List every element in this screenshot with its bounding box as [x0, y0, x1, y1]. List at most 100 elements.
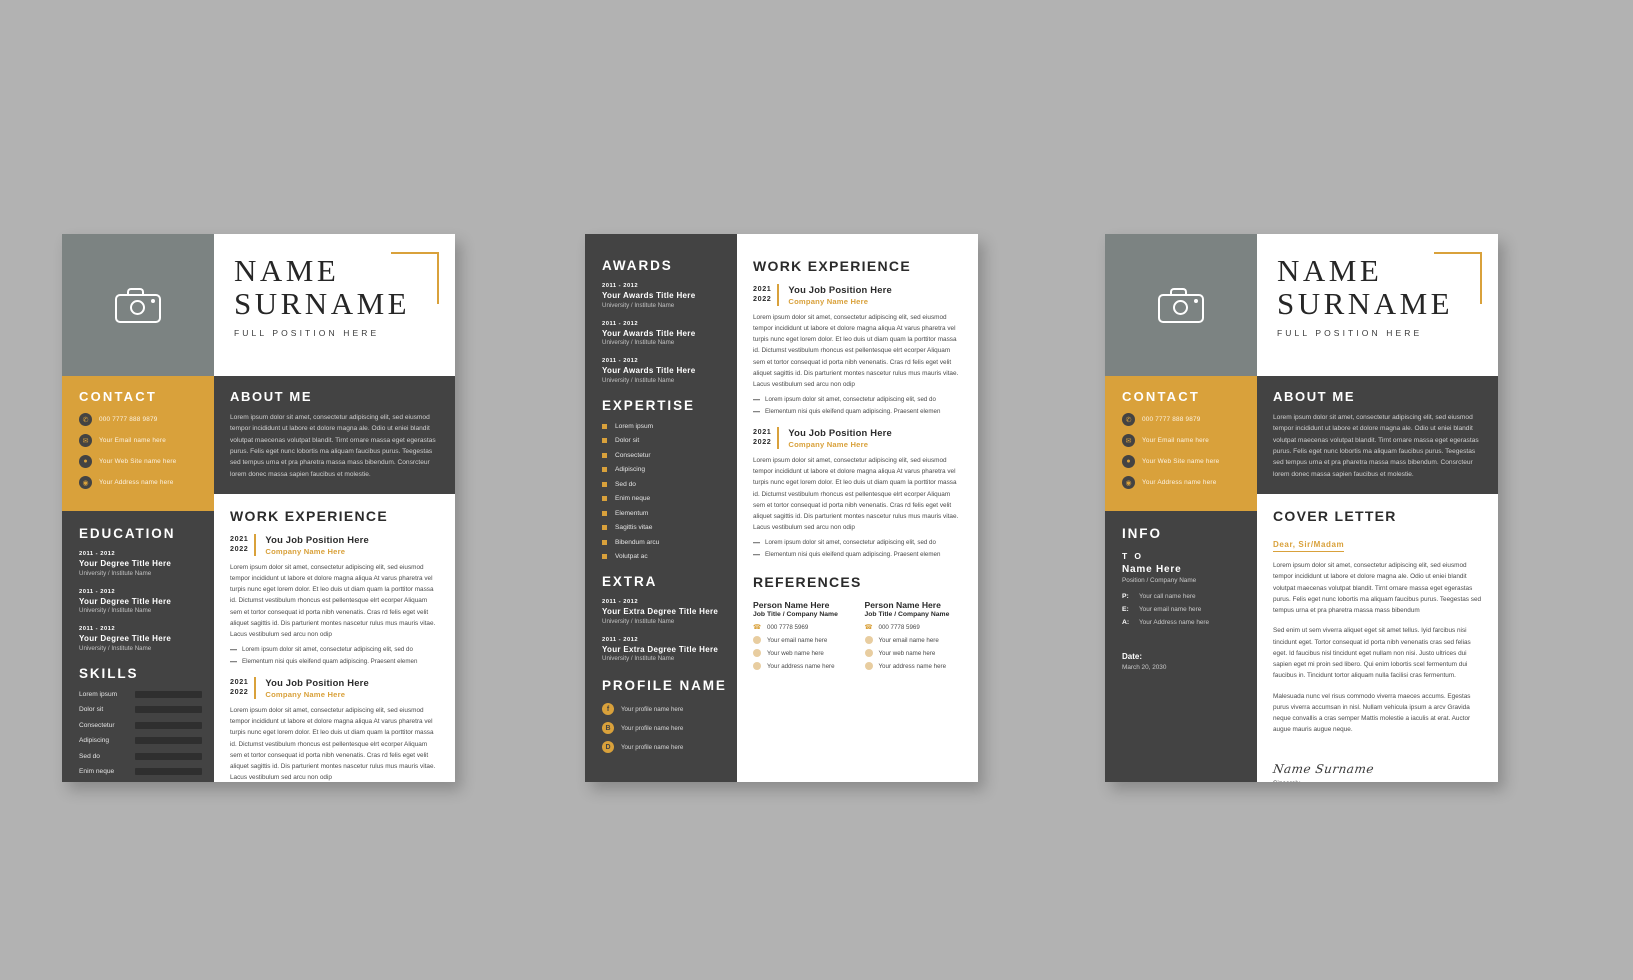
job-entry: 2021 2022 You Job Position Here Company … — [230, 533, 439, 556]
skill-label: Enim neque — [79, 768, 115, 775]
info-title: INFO — [1122, 526, 1162, 541]
education-school: University / Institute Name — [79, 607, 152, 614]
reference-address: Your address name here — [878, 662, 947, 670]
award-title: Your Awards Title Here — [602, 328, 696, 338]
contact-title: CONTACT — [1122, 389, 1200, 404]
contact-item-phone[interactable]: ✆ 000 7777 888 9879 — [79, 413, 214, 426]
contact-item-address[interactable]: ◉ Your Address name here — [79, 476, 214, 489]
profile-item-facebook[interactable]: f Your profile name here — [602, 703, 737, 715]
job-bullet: — Lorem ipsum dolor sit amet, consectetu… — [753, 396, 962, 405]
contact-section: CONTACT ✆ 000 7777 888 9879 ✉ Your Email… — [62, 376, 214, 511]
contact-item-address[interactable]: ◉ Your Address name here — [1122, 476, 1257, 489]
job-bullet: — Elementum nisi quis eleifend quam adip… — [230, 658, 439, 667]
contact-website-text: Your Web Site name here — [1142, 458, 1220, 465]
education-year: 2011 - 2012 — [79, 551, 116, 557]
job-company: Company Name Here — [788, 440, 869, 450]
name-header: NAME SURNAME FULL POSITION HERE — [214, 234, 455, 376]
extra-title: EXTRA — [602, 574, 658, 589]
square-bullet-icon — [602, 467, 607, 472]
job-title: You Job Position Here — [265, 677, 369, 689]
expertise-item: Sagittis vitae — [602, 524, 737, 531]
expertise-item: Enim neque — [602, 495, 737, 502]
education-item: 2011 - 2012 Your Degree Title Here Unive… — [79, 551, 214, 577]
date-value: March 20, 2030 — [1122, 664, 1167, 671]
profile-name-title: PROFILE NAME — [602, 678, 727, 693]
job-position: FULL POSITION HERE — [1277, 327, 1423, 338]
job-years: 2021 2022 — [230, 677, 257, 700]
job-year-to: 2022 — [230, 686, 249, 696]
about-text: Lorem ipsum dolor sit amet, consectetur … — [1273, 414, 1479, 478]
job-bullet: — Elementum nisi quis eleifend quam adip… — [753, 408, 962, 417]
job-year-from: 2021 — [230, 677, 249, 687]
job-company: Company Name Here — [265, 546, 346, 556]
award-year: 2011 - 2012 — [602, 358, 639, 364]
profile-item-behance[interactable]: B Your profile name here — [602, 722, 737, 734]
references-title: REFERENCES — [753, 574, 862, 591]
expertise-item: Volutpat ac — [602, 553, 737, 560]
page1-main: NAME SURNAME FULL POSITION HERE ABOUT ME… — [214, 234, 455, 782]
sincerely-text: Sincerely, — [1273, 780, 1482, 782]
contact-item-email[interactable]: ✉ Your Email name here — [79, 434, 214, 447]
contact-address-text: Your Address name here — [1142, 479, 1217, 486]
about-title: ABOUT ME — [1273, 389, 1356, 404]
job-description: Lorem ipsum dolor sit amet, consectetur … — [230, 563, 436, 638]
skill-row: Sed do — [79, 752, 214, 760]
references-list: Person Name Here Job Title / Company Nam… — [753, 600, 963, 671]
website-icon: ● — [79, 455, 92, 468]
profile-text: Your profile name here — [621, 705, 684, 713]
website-icon — [864, 649, 873, 658]
photo-placeholder[interactable] — [1105, 234, 1257, 376]
date-label: Date: — [1122, 652, 1143, 661]
cover-letter-section: COVER LETTER Dear, Sir/Madam Lorem ipsum… — [1257, 494, 1498, 782]
reference-email: Your email name here — [878, 636, 939, 644]
name-header: NAME SURNAME FULL POSITION HERE — [1257, 234, 1498, 376]
extra-item: 2011 - 2012 Your Extra Degree Title Here… — [602, 637, 737, 663]
profile-text: Your profile name here — [621, 724, 684, 732]
extra-item: 2011 - 2012 Your Extra Degree Title Here… — [602, 599, 737, 625]
expertise-title: EXPERTISE — [602, 397, 695, 413]
expertise-label: Sed do — [615, 480, 636, 488]
dash-icon: — — [753, 552, 760, 560]
reference-web-row: Your web name here — [864, 649, 963, 658]
info-email-key: E: — [1122, 606, 1129, 613]
location-icon — [753, 662, 761, 671]
cover-letter-title: COVER LETTER — [1273, 507, 1397, 524]
profile-item-dribbble[interactable]: D Your profile name here — [602, 741, 737, 753]
contact-section: CONTACT ✆ 000 7777 888 9879 ✉ Your Email… — [1105, 376, 1257, 511]
skill-bar — [135, 706, 202, 713]
skill-row: Dolor sit — [79, 706, 214, 713]
expertise-item: Sed do — [602, 481, 737, 488]
work-experience-title: WORK EXPERIENCE — [230, 507, 388, 524]
dash-icon: — — [753, 409, 760, 417]
expertise-item: Dolor sit — [602, 437, 737, 444]
expertise-item: Elementum — [602, 510, 737, 517]
contact-item-email[interactable]: ✉ Your Email name here — [1122, 434, 1257, 447]
job-bullet-text: Lorem ipsum dolor sit amet, consectetur … — [765, 539, 936, 547]
job-years: 2021 2022 — [230, 533, 257, 556]
contact-phone-text: 000 7777 888 9879 — [1142, 416, 1201, 423]
page1-sidebar: CONTACT ✆ 000 7777 888 9879 ✉ Your Email… — [62, 234, 214, 782]
reference-phone: 000 7778 5969 — [878, 623, 920, 631]
award-item: 2011 - 2012 Your Awards Title Here Unive… — [602, 358, 737, 384]
education-degree: Your Degree Title Here — [79, 559, 172, 568]
job-bullet-text: Elementum nisi quis eleifend quam adipis… — [765, 408, 941, 416]
photo-placeholder[interactable] — [62, 234, 214, 376]
extra-degree: Your Extra Degree Title Here — [602, 644, 719, 654]
reference-phone: 000 7778 5969 — [767, 623, 809, 631]
contact-item-website[interactable]: ● Your Web Site name here — [1122, 455, 1257, 468]
awards-title: AWARDS — [602, 258, 673, 273]
contact-item-website[interactable]: ● Your Web Site name here — [79, 455, 214, 468]
job-year-to: 2022 — [230, 543, 249, 553]
skills-title: SKILLS — [79, 665, 139, 681]
award-item: 2011 - 2012 Your Awards Title Here Unive… — [602, 321, 737, 347]
extra-school: University / Institute Name — [602, 617, 675, 625]
page3-main: NAME SURNAME FULL POSITION HERE ABOUT ME… — [1257, 234, 1498, 782]
facebook-icon: f — [602, 703, 614, 715]
expertise-label: Sagittis vitae — [615, 524, 653, 531]
corner-bracket-decoration — [1434, 252, 1482, 304]
contact-item-phone[interactable]: ✆ 000 7777 888 9879 — [1122, 413, 1257, 426]
job-position: FULL POSITION HERE — [234, 327, 380, 338]
info-address-key: A: — [1122, 619, 1130, 626]
mockup-stage: CONTACT ✆ 000 7777 888 9879 ✉ Your Email… — [0, 0, 1633, 980]
award-org: University / Institute Name — [602, 301, 675, 309]
